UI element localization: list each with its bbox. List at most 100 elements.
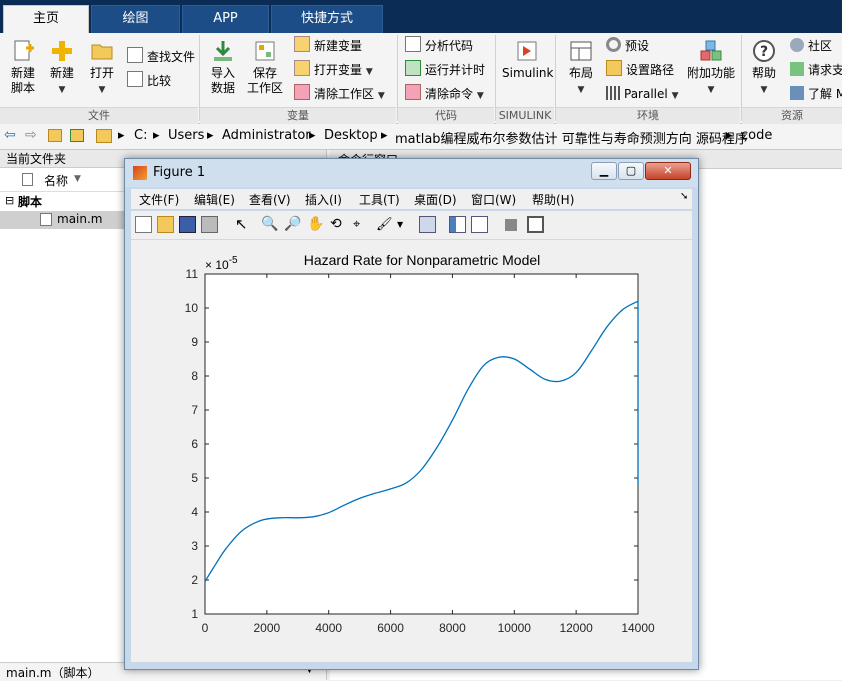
menu-dock-icon[interactable]: ➘ [680,191,688,202]
pan-hand-icon[interactable]: ✋ [307,216,324,233]
figure-titlebar[interactable]: Figure 1 ▁ ▢ ✕ [125,159,698,187]
brush-caret-icon[interactable]: ▼ [397,216,405,233]
layout-caret-icon: ▼ [577,85,585,95]
open-variable-icon [294,60,310,76]
save-workspace-button[interactable]: 保存 工作区 [246,39,284,96]
pointer-icon[interactable]: ↖ [235,216,252,233]
name-column-header[interactable]: 名称 [44,172,68,189]
breadcrumb-project-folder[interactable]: matlab编程威布尔参数估计 可靠性与寿命预测方向 源码程序 [395,128,748,147]
new-variable-button[interactable]: 新建变量 [294,36,362,56]
plot-area[interactable] [204,273,639,615]
addons-label: 附加功能 [686,66,735,80]
run-time-button[interactable]: 运行并计时 [405,60,485,80]
svg-text:?: ? [760,44,768,60]
show-plot-tools-icon[interactable] [527,216,544,233]
new-script-button[interactable]: 新建 脚本 [6,39,40,96]
new-button[interactable]: 新建 ▼ [46,39,78,98]
group-label-file: 文件 [0,107,198,124]
request-support-button[interactable]: 请求支 [790,60,842,80]
collapse-icon[interactable]: ⊟ [5,194,14,207]
sort-caret-icon[interactable]: ▼ [74,174,81,184]
breadcrumb-code[interactable]: code [741,128,772,143]
print-icon[interactable] [201,216,218,233]
clear-workspace-icon [294,84,310,100]
compare-button[interactable]: 比较 [127,71,171,91]
brush-icon[interactable]: 🖌 [376,216,393,233]
minimize-button[interactable]: ▁ [591,162,617,180]
group-label-simulink: SIMULINK [496,107,554,124]
figure-toolbar: ↖ 🔍 🔎 ✋ ⟲ ⌖ 🖌 ▼ [131,211,692,240]
open-button[interactable]: 打开 ▼ [86,39,118,98]
menu-tools[interactable]: 工具(T) [359,191,400,208]
zoom-in-icon[interactable]: 🔍 [261,216,278,233]
tab-apps[interactable]: APP [182,5,269,33]
help-caret-icon: ▼ [760,85,768,95]
maximize-button[interactable]: ▢ [618,162,644,180]
preferences-label: 预设 [625,39,650,53]
breadcrumb-administrator[interactable]: Administrator [222,128,311,143]
legend-icon[interactable] [471,216,488,233]
tab-shortcuts[interactable]: 快捷方式 [271,5,383,33]
learn-matlab-button[interactable]: 了解 M [790,84,842,104]
menu-file[interactable]: 文件(F) [139,191,179,208]
close-button[interactable]: ✕ [645,162,691,180]
parallel-button[interactable]: Parallel ▼ [606,84,678,104]
y-tick-label: 7 [191,403,198,417]
zoom-out-icon[interactable]: 🔎 [284,216,301,233]
community-button[interactable]: 社区 [790,36,832,56]
menu-view[interactable]: 查看(V) [249,191,291,208]
up-folder-icon[interactable] [48,129,62,142]
link-plot-icon[interactable] [419,216,436,233]
menu-desktop[interactable]: 桌面(D) [414,191,457,208]
data-cursor-icon[interactable]: ⌖ [353,216,370,233]
menu-insert[interactable]: 插入(I) [305,191,342,208]
x-tick-label: 14000 [621,621,655,635]
tab-home[interactable]: 主页 [3,5,89,33]
clear-workspace-label: 清除工作区 [314,87,375,101]
simulink-button[interactable]: Simulink [502,39,553,81]
menu-help[interactable]: 帮助(H) [532,191,574,208]
clear-workspace-button[interactable]: 清除工作区 ▼ [294,84,385,104]
menu-edit[interactable]: 编辑(E) [194,191,235,208]
folder-icon [96,129,112,143]
y-tick-label: 4 [191,505,198,519]
analyze-code-button[interactable]: 分析代码 [405,36,473,56]
import-data-button[interactable]: 导入 数据 [206,39,240,96]
hide-plot-tools-icon[interactable] [505,219,517,231]
forward-arrow-icon[interactable]: ⇨ [25,127,37,143]
help-button[interactable]: ? 帮助 ▼ [748,39,780,98]
clear-commands-caret-icon: ▼ [476,91,484,101]
open-file-icon[interactable] [157,216,174,233]
clear-workspace-caret-icon: ▼ [377,91,385,101]
save-workspace-icon [255,41,275,61]
group-label-variable: 变量 [200,107,396,124]
menu-window[interactable]: 窗口(W) [471,191,516,208]
new-figure-icon[interactable] [135,216,152,233]
preferences-button[interactable]: 预设 [606,36,649,56]
save-icon[interactable] [179,216,196,233]
browse-folder-icon[interactable] [70,129,84,142]
breadcrumb-desktop[interactable]: Desktop [324,128,378,143]
community-label: 社区 [808,39,833,53]
rotate-3d-icon[interactable]: ⟲ [330,216,347,233]
y-tick-label: 5 [191,471,198,485]
back-arrow-icon[interactable]: ⇦ [4,127,16,143]
addons-button[interactable]: 附加功能 ▼ [686,39,736,98]
breadcrumb-drive[interactable]: C: [134,128,147,143]
layout-button[interactable]: 布局 ▼ [564,39,598,98]
find-files-button[interactable]: 查找文件 [127,47,195,67]
new-variable-label: 新建变量 [314,39,363,53]
colorbar-icon[interactable] [449,216,466,233]
clear-commands-button[interactable]: 清除命令 ▼ [405,84,484,104]
open-folder-icon [91,44,113,60]
breadcrumb-users[interactable]: Users [168,128,204,143]
set-path-icon [606,60,622,76]
x-tick-label: 12000 [559,621,593,635]
open-variable-button[interactable]: 打开变量 ▼ [294,60,373,80]
set-path-button[interactable]: 设置路径 [606,60,674,80]
new-plus-icon [52,41,72,61]
address-bar: ⇦ ⇨ ▸ C: ▸ Users ▸ Administrator ▸ Deskt… [0,124,842,150]
clear-commands-icon [405,84,421,100]
file-type-icon [22,173,33,186]
tab-plots[interactable]: 绘图 [91,5,180,33]
